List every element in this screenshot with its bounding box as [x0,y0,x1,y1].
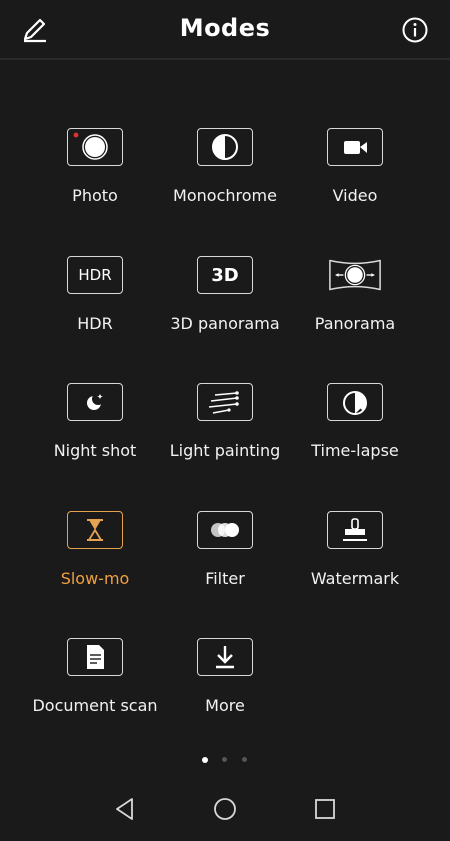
mode-label: Panorama [314,314,396,333]
mode-light-painting[interactable]: Light painting [150,383,300,483]
document-scan-icon [67,638,123,676]
back-icon [116,798,133,820]
mode-label: Slow-mo [60,569,130,588]
light-painting-icon [197,383,253,421]
mode-monochrome[interactable]: Monochrome [150,128,300,228]
mode-photo[interactable]: Photo [20,128,170,228]
photo-icon [67,128,123,166]
page-dot[interactable] [222,757,227,762]
slow-mo-icon [67,511,123,549]
mode-label: Photo [72,186,118,205]
mode-label: Night shot [53,441,137,460]
mode-label: Document scan [32,696,158,715]
mode-label: HDR [77,314,113,333]
recents-icon [315,799,335,819]
mode-label: Video [332,186,378,205]
mode-label: More [205,696,245,715]
mode-panorama[interactable]: Panorama [280,256,430,356]
mode-night-shot[interactable]: Night shot [20,383,170,483]
hdr-icon: HDR [67,256,123,294]
mode-filter[interactable]: Filter [150,511,300,611]
monochrome-icon [197,128,253,166]
mode-3d-panorama[interactable]: 3D 3D panorama [150,256,300,356]
download-icon [197,638,253,676]
mode-label: Light painting [169,441,281,460]
mode-label: 3D panorama [170,314,280,333]
mode-video[interactable]: Video [280,128,430,228]
mode-more[interactable]: More [150,638,300,738]
hdr-icon-text: HDR [78,266,112,284]
filter-icon [197,511,253,549]
mode-label: Time-lapse [311,441,399,460]
system-nav-bar [0,790,450,841]
mode-label: Filter [205,569,245,588]
page-dot-active[interactable] [202,757,208,763]
back-button[interactable] [112,796,138,822]
time-lapse-icon [327,383,383,421]
mode-label: Monochrome [173,186,277,205]
panorama-icon [327,256,383,294]
night-shot-icon [67,383,123,421]
mode-label: Watermark [310,569,400,588]
3d-icon-text: 3D [211,264,239,286]
mode-document-scan[interactable]: Document scan [20,638,170,738]
mode-slow-mo[interactable]: Slow-mo [20,511,170,611]
3d-panorama-icon: 3D [197,256,253,294]
mode-watermark[interactable]: Watermark [280,511,430,611]
home-button[interactable] [212,796,238,822]
mode-hdr[interactable]: HDR HDR [20,256,170,356]
page-dot[interactable] [242,757,247,762]
mode-time-lapse[interactable]: Time-lapse [280,383,430,483]
modes-grid: Photo Monochrome Video HDR HDR 3D 3D pan… [0,0,450,760]
video-icon [327,128,383,166]
watermark-icon [327,511,383,549]
home-icon [214,798,236,820]
page-indicator [0,757,450,767]
recents-button[interactable] [312,796,338,822]
